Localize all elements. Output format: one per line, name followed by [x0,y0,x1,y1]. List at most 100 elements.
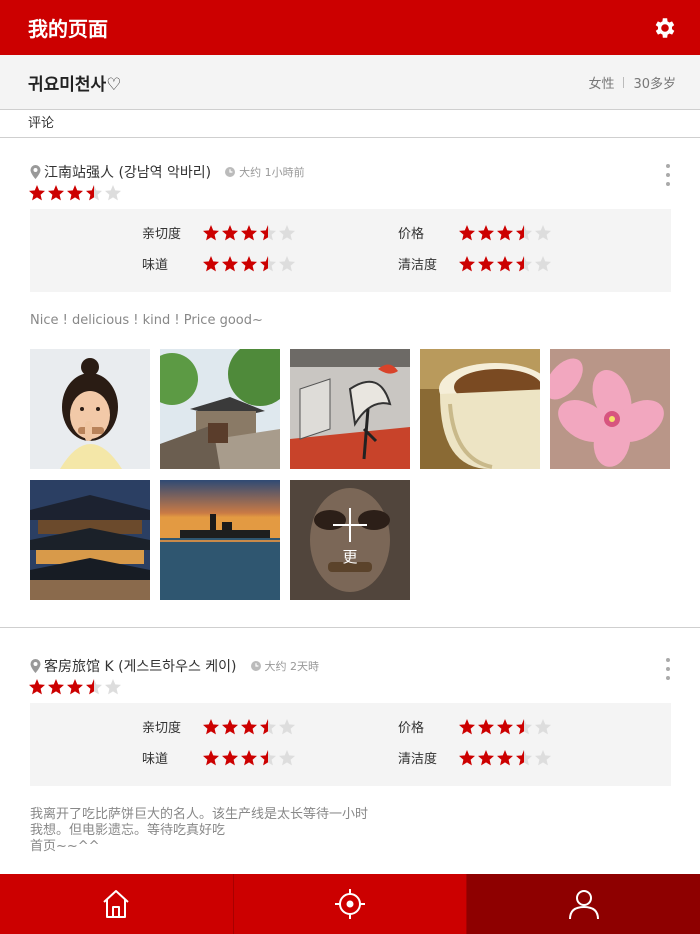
review-place[interactable]: 客房旅馆 K (게스트하우스 케이) [44,656,237,676]
review-text-line: 我想。但电影遗忘。等待吃真好吃 [30,823,226,838]
profile-bar: 귀요미천사♡ 女性 30多岁 [0,55,700,110]
tab-reviews[interactable]: 评论 [0,110,700,138]
star-icon [535,255,551,271]
rating-price: 价格 [398,223,553,242]
photo-hanok-alley[interactable] [160,349,280,469]
photo-mural-wall[interactable] [290,349,410,469]
nav-location[interactable] [232,874,467,934]
review-header: 江南站强人 (강남역 악바리) 大约 1小時前 [30,162,305,182]
clock-icon [250,661,261,671]
star-icon [29,679,45,695]
plus-icon [333,508,367,542]
star-icon [203,255,219,271]
star-icon [535,718,551,734]
gear-icon[interactable] [652,15,678,41]
clock-icon [225,167,236,177]
rating-kindness: 亲切度 [142,717,297,736]
star-icon [279,224,295,240]
location-pin-icon [30,659,41,673]
overall-rating [28,678,123,696]
rating-stars [202,255,297,273]
rating-label: 亲切度 [142,721,182,736]
star-icon [478,749,494,765]
photo-coffee-cup[interactable] [420,349,540,469]
review-time: 大约 1小時前 [239,166,305,179]
star-icon [497,718,513,734]
star-icon [279,255,295,271]
star-icon [516,255,532,271]
rating-stars [458,749,553,767]
rating-cleanliness: 清洁度 [398,254,553,273]
star-icon [260,749,276,765]
star-icon [260,255,276,271]
star-icon [279,749,295,765]
star-icon [478,224,494,240]
star-icon [203,224,219,240]
star-icon [67,185,83,201]
more-options-button[interactable] [664,658,672,680]
rating-taste: 味道 [142,748,297,767]
review-time: 大约 2天時 [264,660,320,673]
rating-kindness: 亲切度 [142,223,297,242]
profile-age: 30多岁 [633,76,676,92]
star-icon [535,749,551,765]
photo-city-sunset[interactable] [160,480,280,600]
nav-home[interactable] [0,874,233,934]
rating-label: 味道 [142,258,169,273]
nav-my-page[interactable] [466,874,700,934]
rating-breakdown: 亲切度 价格 味道 清洁度 [30,703,671,786]
photo-pink-flower[interactable] [550,349,670,469]
star-icon [86,679,102,695]
star-icon [48,679,64,695]
user-icon [568,890,599,920]
review-header: 客房旅馆 K (게스트하우스 케이) 大约 2天時 [30,656,319,676]
review-place[interactable]: 江南站强人 (강남역 악바리) [44,162,211,182]
location-target-icon [335,889,365,919]
review-text: Nice ! delicious ! kind ! Price good~ [30,313,263,328]
star-icon [497,224,513,240]
star-icon [203,749,219,765]
review-card: 客房旅馆 K (게스트하우스 케이) 大约 2天時 亲切度 价格 味道 清洁度 … [0,656,700,866]
star-icon [241,224,257,240]
star-icon [67,679,83,695]
star-icon [459,749,475,765]
bottom-nav [0,874,700,934]
rating-label: 味道 [142,752,169,767]
star-icon [279,718,295,734]
review-text: 我离开了吃比萨饼巨大的名人。该生产线是太长等待一小时 我想。但电影遗忘。等待吃真… [30,807,368,855]
rating-stars [458,718,553,736]
rating-label: 价格 [398,721,425,736]
rating-stars [202,224,297,242]
rating-price: 价格 [398,717,553,736]
star-icon [29,185,45,201]
star-icon [48,185,64,201]
rating-stars [458,224,553,242]
more-options-button[interactable] [664,164,672,186]
home-icon [103,890,130,918]
star-icon [478,255,494,271]
star-icon [497,255,513,271]
more-photos-label: 更 [342,548,358,566]
review-card: 江南站强人 (강남역 악바리) 大约 1小時前 亲切度 价格 味道 清洁度 Ni… [0,162,700,622]
star-icon [203,718,219,734]
star-icon [516,749,532,765]
star-icon [516,224,532,240]
page-title: 我的页面 [28,17,108,41]
photo-palace-night[interactable] [30,480,150,600]
location-pin-icon [30,165,41,179]
profile-gender: 女性 [588,76,615,92]
rating-label: 亲切度 [142,227,182,242]
star-icon [241,255,257,271]
star-icon [222,749,238,765]
profile-name: 귀요미천사♡ [28,74,122,95]
star-icon [535,224,551,240]
rating-label: 清洁度 [398,752,438,767]
star-icon [241,749,257,765]
more-photos-button[interactable]: 更 [290,480,410,600]
rating-breakdown: 亲切度 价格 味道 清洁度 [30,209,671,292]
review-divider [0,627,700,628]
photo-girl-portrait[interactable] [30,349,150,469]
rating-label: 清洁度 [398,258,438,273]
star-icon [497,749,513,765]
star-icon [241,718,257,734]
